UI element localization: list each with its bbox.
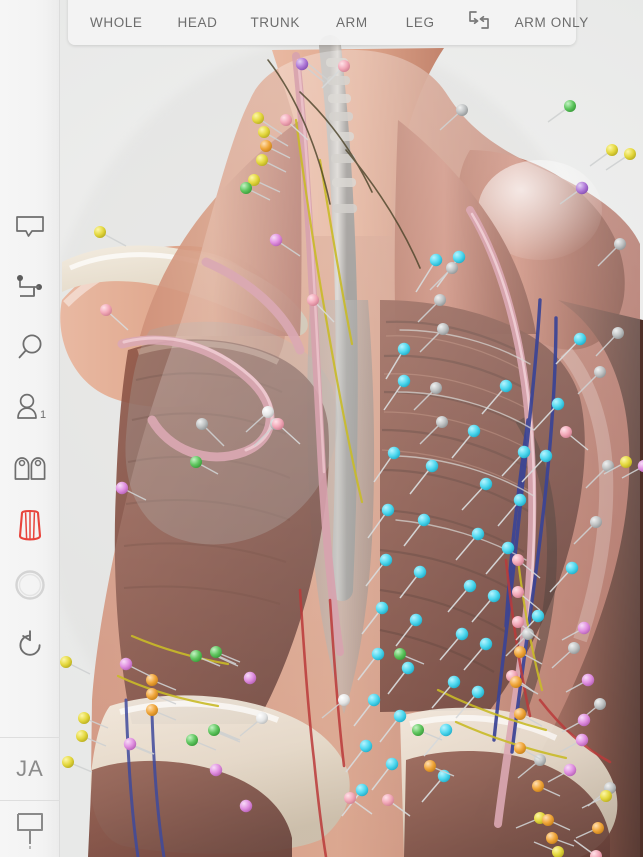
model-viewport[interactable] [0, 0, 643, 857]
sidebar-item-muscle[interactable] [0, 496, 60, 554]
split-person-icon [13, 453, 47, 481]
sidebar-item-bottom-bubble[interactable] [0, 802, 60, 857]
muscle-fiber-icon [17, 509, 43, 541]
region-toolbar: WHOLE HEAD TRUNK ARM LEG ARM ONLY [68, 0, 588, 45]
tab-arm[interactable]: ARM [336, 9, 368, 36]
tab-leg[interactable]: LEG [406, 9, 435, 36]
sidebar-language-button[interactable]: JA [0, 738, 60, 800]
speech-bubble-icon [15, 810, 45, 850]
undo-reset-icon [15, 630, 45, 660]
sidebar-item-connector[interactable] [0, 258, 60, 316]
swap-view-button[interactable] [467, 8, 491, 38]
node-connector-icon [15, 274, 45, 300]
sidebar-item-compare[interactable] [0, 438, 60, 496]
sidebar-item-reset[interactable] [0, 616, 60, 674]
tab-trunk[interactable]: TRUNK [250, 9, 300, 36]
sidebar-item-opacity[interactable] [0, 556, 60, 614]
sidebar-divider-bottom [0, 800, 60, 801]
sidebar-item-gender[interactable]: 1 [0, 378, 60, 436]
arm-only-label[interactable]: ARM ONLY [515, 9, 589, 36]
left-sidebar: 1 JA [0, 0, 60, 857]
sidebar-item-search[interactable] [0, 318, 60, 376]
magnifier-icon [15, 332, 45, 362]
anatomy-3d-model[interactable] [0, 0, 643, 857]
sidebar-item-gender-count: 1 [40, 409, 47, 421]
tab-head[interactable]: HEAD [178, 9, 218, 36]
swap-exchange-icon [467, 9, 491, 36]
sidebar-language-label: JA [16, 756, 44, 781]
tab-whole[interactable]: WHOLE [90, 9, 143, 36]
sidebar-item-label-bubble[interactable] [0, 198, 60, 256]
speech-bubble-icon [15, 215, 45, 239]
circle-icon [14, 569, 46, 601]
arm-only-button[interactable]: ARM ONLY [515, 0, 589, 45]
